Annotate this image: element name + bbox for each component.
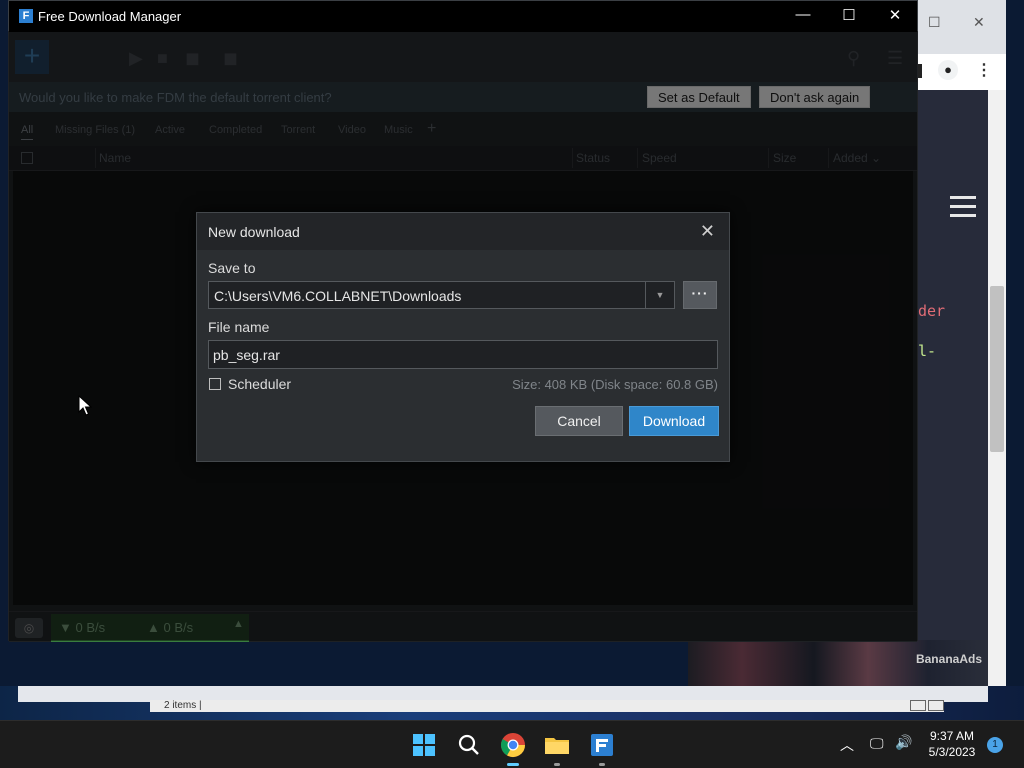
chrome-icon [500, 733, 525, 758]
size-info: Size: 408 KB (Disk space: 60.8 GB) [512, 377, 718, 392]
scheduler-label[interactable]: Scheduler [228, 376, 291, 392]
close-button[interactable]: ✕ [880, 6, 910, 26]
file-name-value[interactable]: pb_seg.rar [213, 347, 280, 363]
network-icon[interactable]: 🖵 [870, 735, 884, 752]
browse-folder-button[interactable]: ··· [683, 281, 717, 309]
browser-restore-icon[interactable]: ☐ [928, 14, 941, 31]
save-to-label: Save to [208, 260, 256, 276]
browser-page-content: der l- [918, 90, 988, 686]
save-to-combobox[interactable]: C:\Users\VM6.COLLABNET\Downloads ▼ [208, 281, 675, 309]
browser-close-icon[interactable]: ✕ [973, 14, 985, 31]
volume-icon[interactable]: 🔊 [895, 734, 912, 751]
browser-titlebar[interactable]: ☐ ✕ [918, 0, 1006, 54]
code-snippet-1: der [918, 302, 946, 320]
new-download-dialog: New download ✕ Save to C:\Users\VM6.COLL… [196, 212, 730, 462]
windows-logo-icon [413, 734, 435, 756]
dialog-close-icon[interactable]: ✕ [700, 221, 715, 242]
fdm-taskbar-button[interactable] [588, 731, 616, 766]
browser-toolbar: ● ⋮ [918, 54, 1006, 91]
minimize-button[interactable]: — [788, 6, 818, 26]
chrome-taskbar-button[interactable] [499, 731, 527, 766]
code-snippet-2: l- [918, 342, 937, 360]
file-name-label: File name [208, 319, 270, 335]
taskbar: ︿ 🖵 🔊 9:37 AM 5/3/2023 1 [0, 720, 1024, 768]
explorer-view-toggle[interactable] [908, 700, 944, 712]
chevron-down-icon[interactable]: ▼ [645, 282, 674, 308]
scheduler-checkbox[interactable] [209, 378, 221, 390]
save-to-path[interactable]: C:\Users\VM6.COLLABNET\Downloads [214, 288, 461, 304]
fdm-icon [591, 734, 613, 756]
notification-badge[interactable]: 1 [987, 737, 1003, 753]
background-browser-window[interactable]: ☐ ✕ ● ⋮ der l- [918, 0, 1006, 686]
explorer-item-count: 2 items | [164, 700, 202, 711]
file-explorer-taskbar-button[interactable] [543, 731, 571, 766]
system-clock[interactable]: 9:37 AM 5/3/2023 [920, 728, 984, 760]
clock-date: 5/3/2023 [928, 745, 976, 759]
browser-scrollbar[interactable] [988, 90, 1006, 686]
maximize-button[interactable]: ☐ [834, 6, 864, 26]
browser-menu-icon[interactable]: ⋮ [976, 60, 992, 80]
fdm-titlebar[interactable]: F Free Download Manager — ☐ ✕ [9, 1, 917, 32]
clock-time: 9:37 AM [929, 729, 975, 743]
folder-icon [545, 738, 569, 754]
mouse-cursor-icon [78, 395, 92, 416]
scrollbar-thumb[interactable] [990, 286, 1004, 452]
ad-label: BananaAds [915, 652, 982, 666]
site-menu-icon[interactable] [950, 196, 976, 223]
cancel-button[interactable]: Cancel [535, 406, 623, 436]
dialog-header[interactable]: New download ✕ [197, 213, 729, 250]
search-icon [458, 734, 479, 755]
explorer-status-bar: 2 items | [150, 700, 944, 712]
browser-tab-edge [918, 64, 922, 78]
search-button[interactable] [455, 731, 483, 759]
start-button[interactable] [410, 731, 438, 759]
show-hidden-icons-chevron-icon[interactable]: ︿ [840, 735, 854, 755]
window-title: Free Download Manager [38, 9, 182, 24]
fdm-app-icon: F [19, 9, 33, 23]
ad-thumbnail-strip: BananaAds [688, 640, 988, 686]
file-name-field[interactable]: pb_seg.rar [208, 340, 718, 369]
profile-icon[interactable]: ● [938, 60, 958, 80]
download-button[interactable]: Download [629, 406, 719, 436]
dialog-title: New download [208, 224, 300, 240]
